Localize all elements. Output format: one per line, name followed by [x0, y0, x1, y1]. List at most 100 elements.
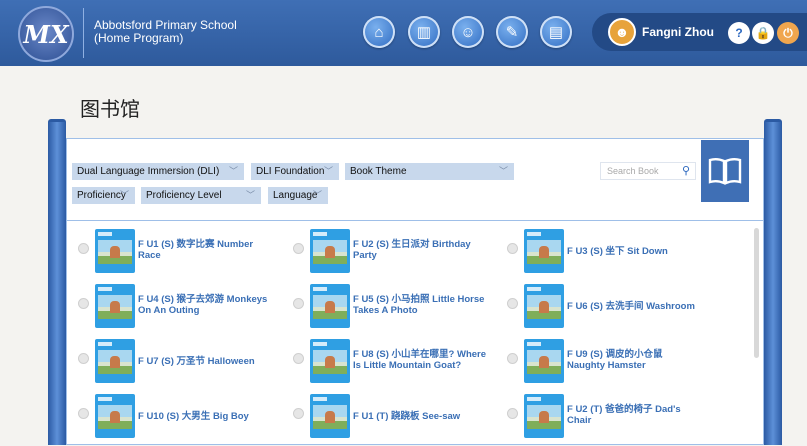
book-title-line1: F U8 (S) 小山羊在哪里? Where — [353, 349, 487, 360]
notes-icon[interactable]: ✎ — [496, 16, 528, 48]
book-title[interactable]: F U4 (S) 猴子去郊游 Monkeys On An Outing — [138, 294, 288, 316]
proficiency-level-value: Proficiency Level — [146, 190, 222, 201]
lock-icon[interactable]: 🔒 — [752, 22, 774, 44]
book-radio[interactable] — [78, 298, 89, 309]
book-title-line2: Race — [138, 250, 161, 261]
theme-dropdown-value: Book Theme — [350, 166, 407, 177]
book-item[interactable]: F U2 (T) 爸爸的椅子 Dad's Chair — [507, 394, 712, 438]
book-title[interactable]: F U2 (S) 生日派对 Birthday Party — [353, 239, 503, 261]
open-book-icon — [708, 158, 742, 185]
book-radio[interactable] — [293, 408, 304, 419]
book-title-line2: Is Little Mountain Goat? — [353, 360, 462, 371]
book-cover — [524, 394, 564, 438]
book-title-line1: F U4 (S) 猴子去郊游 Monkeys — [138, 294, 268, 305]
book-item[interactable]: F U10 (S) 大男生 Big Boy — [78, 394, 283, 438]
book-radio[interactable] — [507, 243, 518, 254]
book-title[interactable]: F U5 (S) 小马拍照 Little Horse Takes A Photo — [353, 294, 503, 316]
book-title-line1: F U2 (S) 生日派对 Birthday — [353, 239, 471, 250]
book-cover — [524, 339, 564, 383]
book-title-line1: F U7 (S) 万圣节 Halloween — [138, 356, 255, 367]
book-cover — [95, 229, 135, 273]
program-dropdown[interactable]: Dual Language Immersion (DLI) ﹀ — [72, 163, 244, 180]
scroll-rod-right — [764, 122, 782, 445]
logo-text: MX — [23, 20, 69, 49]
book-item[interactable]: F U1 (T) 跷跷板 See-saw — [293, 394, 498, 438]
book-radio[interactable] — [507, 353, 518, 364]
library-bookmark — [701, 140, 749, 202]
book-title-line1: F U6 (S) 去洗手间 Washroom — [567, 301, 695, 312]
search-icon[interactable]: ⚲ — [682, 163, 690, 179]
book-title-line2: Takes A Photo — [353, 305, 418, 316]
chevron-down-icon: ﹀ — [245, 190, 255, 200]
book-title-line2: Party — [353, 250, 377, 261]
book-radio[interactable] — [78, 353, 89, 364]
book-title-line1: F U5 (S) 小马拍照 Little Horse — [353, 294, 485, 305]
user-name[interactable]: Fangni Zhou — [642, 25, 714, 39]
book-title-line1: F U2 (T) 爸爸的椅子 Dad's — [567, 404, 681, 415]
search-placeholder: Search Book — [607, 166, 659, 176]
book-title[interactable]: F U10 (S) 大男生 Big Boy — [138, 411, 288, 422]
reports-icon[interactable]: ▤ — [540, 16, 572, 48]
school-name: Abbotsford Primary School (Home Program) — [94, 19, 237, 45]
book-title[interactable]: F U1 (T) 跷跷板 See-saw — [353, 411, 503, 422]
chevron-down-icon: ﹀ — [323, 166, 333, 176]
book-cover — [95, 394, 135, 438]
language-dropdown[interactable]: Language ﹀ — [268, 187, 328, 204]
book-cover — [310, 229, 350, 273]
proficiency-level-dropdown[interactable]: Proficiency Level ﹀ — [141, 187, 261, 204]
book-radio[interactable] — [507, 298, 518, 309]
power-icon[interactable]: ⏻ — [777, 22, 799, 44]
book-radio[interactable] — [78, 408, 89, 419]
book-title[interactable]: F U9 (S) 调皮的小仓鼠 Naughty Hamster — [567, 349, 717, 371]
book-item[interactable]: F U5 (S) 小马拍照 Little Horse Takes A Photo — [293, 284, 498, 328]
book-title-line1: F U3 (S) 坐下 Sit Down — [567, 246, 668, 257]
book-item[interactable]: F U9 (S) 调皮的小仓鼠 Naughty Hamster — [507, 339, 712, 383]
book-title-line1: F U10 (S) 大男生 Big Boy — [138, 411, 249, 422]
book-radio[interactable] — [293, 353, 304, 364]
book-radio[interactable] — [293, 298, 304, 309]
book-title[interactable]: F U8 (S) 小山羊在哪里? Where Is Little Mountain… — [353, 349, 503, 371]
book-cover — [310, 394, 350, 438]
book-title[interactable]: F U2 (T) 爸爸的椅子 Dad's Chair — [567, 404, 717, 426]
level-dropdown-value: DLI Foundation — [256, 166, 325, 177]
proficiency-dropdown-value: Proficiency — [77, 190, 126, 201]
book-radio[interactable] — [507, 408, 518, 419]
user-avatar-icon[interactable]: ☻ — [608, 18, 636, 46]
chevron-down-icon: ﹀ — [119, 190, 129, 200]
theme-dropdown[interactable]: Book Theme ﹀ — [345, 163, 514, 180]
book-title-line1: F U1 (T) 跷跷板 See-saw — [353, 411, 461, 422]
book-item[interactable]: F U6 (S) 去洗手间 Washroom — [507, 284, 712, 328]
book-item[interactable]: F U4 (S) 猴子去郊游 Monkeys On An Outing — [78, 284, 283, 328]
book-title-line2: Chair — [567, 415, 592, 426]
book-title[interactable]: F U3 (S) 坐下 Sit Down — [567, 246, 717, 257]
header-divider — [83, 8, 84, 58]
book-item[interactable]: F U8 (S) 小山羊在哪里? Where Is Little Mountain… — [293, 339, 498, 383]
book-item[interactable]: F U2 (S) 生日派对 Birthday Party — [293, 229, 498, 273]
book-title[interactable]: F U7 (S) 万圣节 Halloween — [138, 356, 288, 367]
book-item[interactable]: F U7 (S) 万圣节 Halloween — [78, 339, 283, 383]
book-radio[interactable] — [78, 243, 89, 254]
book-cover — [310, 284, 350, 328]
students-icon[interactable]: ☺ — [452, 16, 484, 48]
book-title[interactable]: F U1 (S) 数字比赛 Number Race — [138, 239, 288, 261]
book-title-line2: On An Outing — [138, 305, 200, 316]
program-dropdown-value: Dual Language Immersion (DLI) — [77, 166, 220, 177]
book-title[interactable]: F U6 (S) 去洗手间 Washroom — [567, 301, 717, 312]
level-dropdown[interactable]: DLI Foundation ﹀ — [251, 163, 339, 180]
home-icon[interactable]: ⌂ — [363, 16, 395, 48]
book-item[interactable]: F U3 (S) 坐下 Sit Down — [507, 229, 712, 273]
search-input[interactable]: Search Book ⚲ — [600, 162, 696, 180]
book-item[interactable]: F U1 (S) 数字比赛 Number Race — [78, 229, 283, 273]
books-icon[interactable]: ▥ — [408, 16, 440, 48]
mandarin-matrix-logo[interactable]: MX — [18, 6, 74, 62]
book-title-line1: F U9 (S) 调皮的小仓鼠 — [567, 349, 663, 360]
book-title-line2: Naughty Hamster — [567, 360, 646, 371]
language-dropdown-value: Language — [273, 190, 318, 201]
help-icon[interactable]: ? — [728, 22, 750, 44]
book-radio[interactable] — [293, 243, 304, 254]
proficiency-dropdown[interactable]: Proficiency ﹀ — [72, 187, 135, 204]
school-name-line2: (Home Program) — [94, 31, 184, 45]
list-scrollbar[interactable] — [754, 228, 759, 358]
book-cover — [524, 284, 564, 328]
chevron-down-icon: ﹀ — [498, 166, 508, 176]
